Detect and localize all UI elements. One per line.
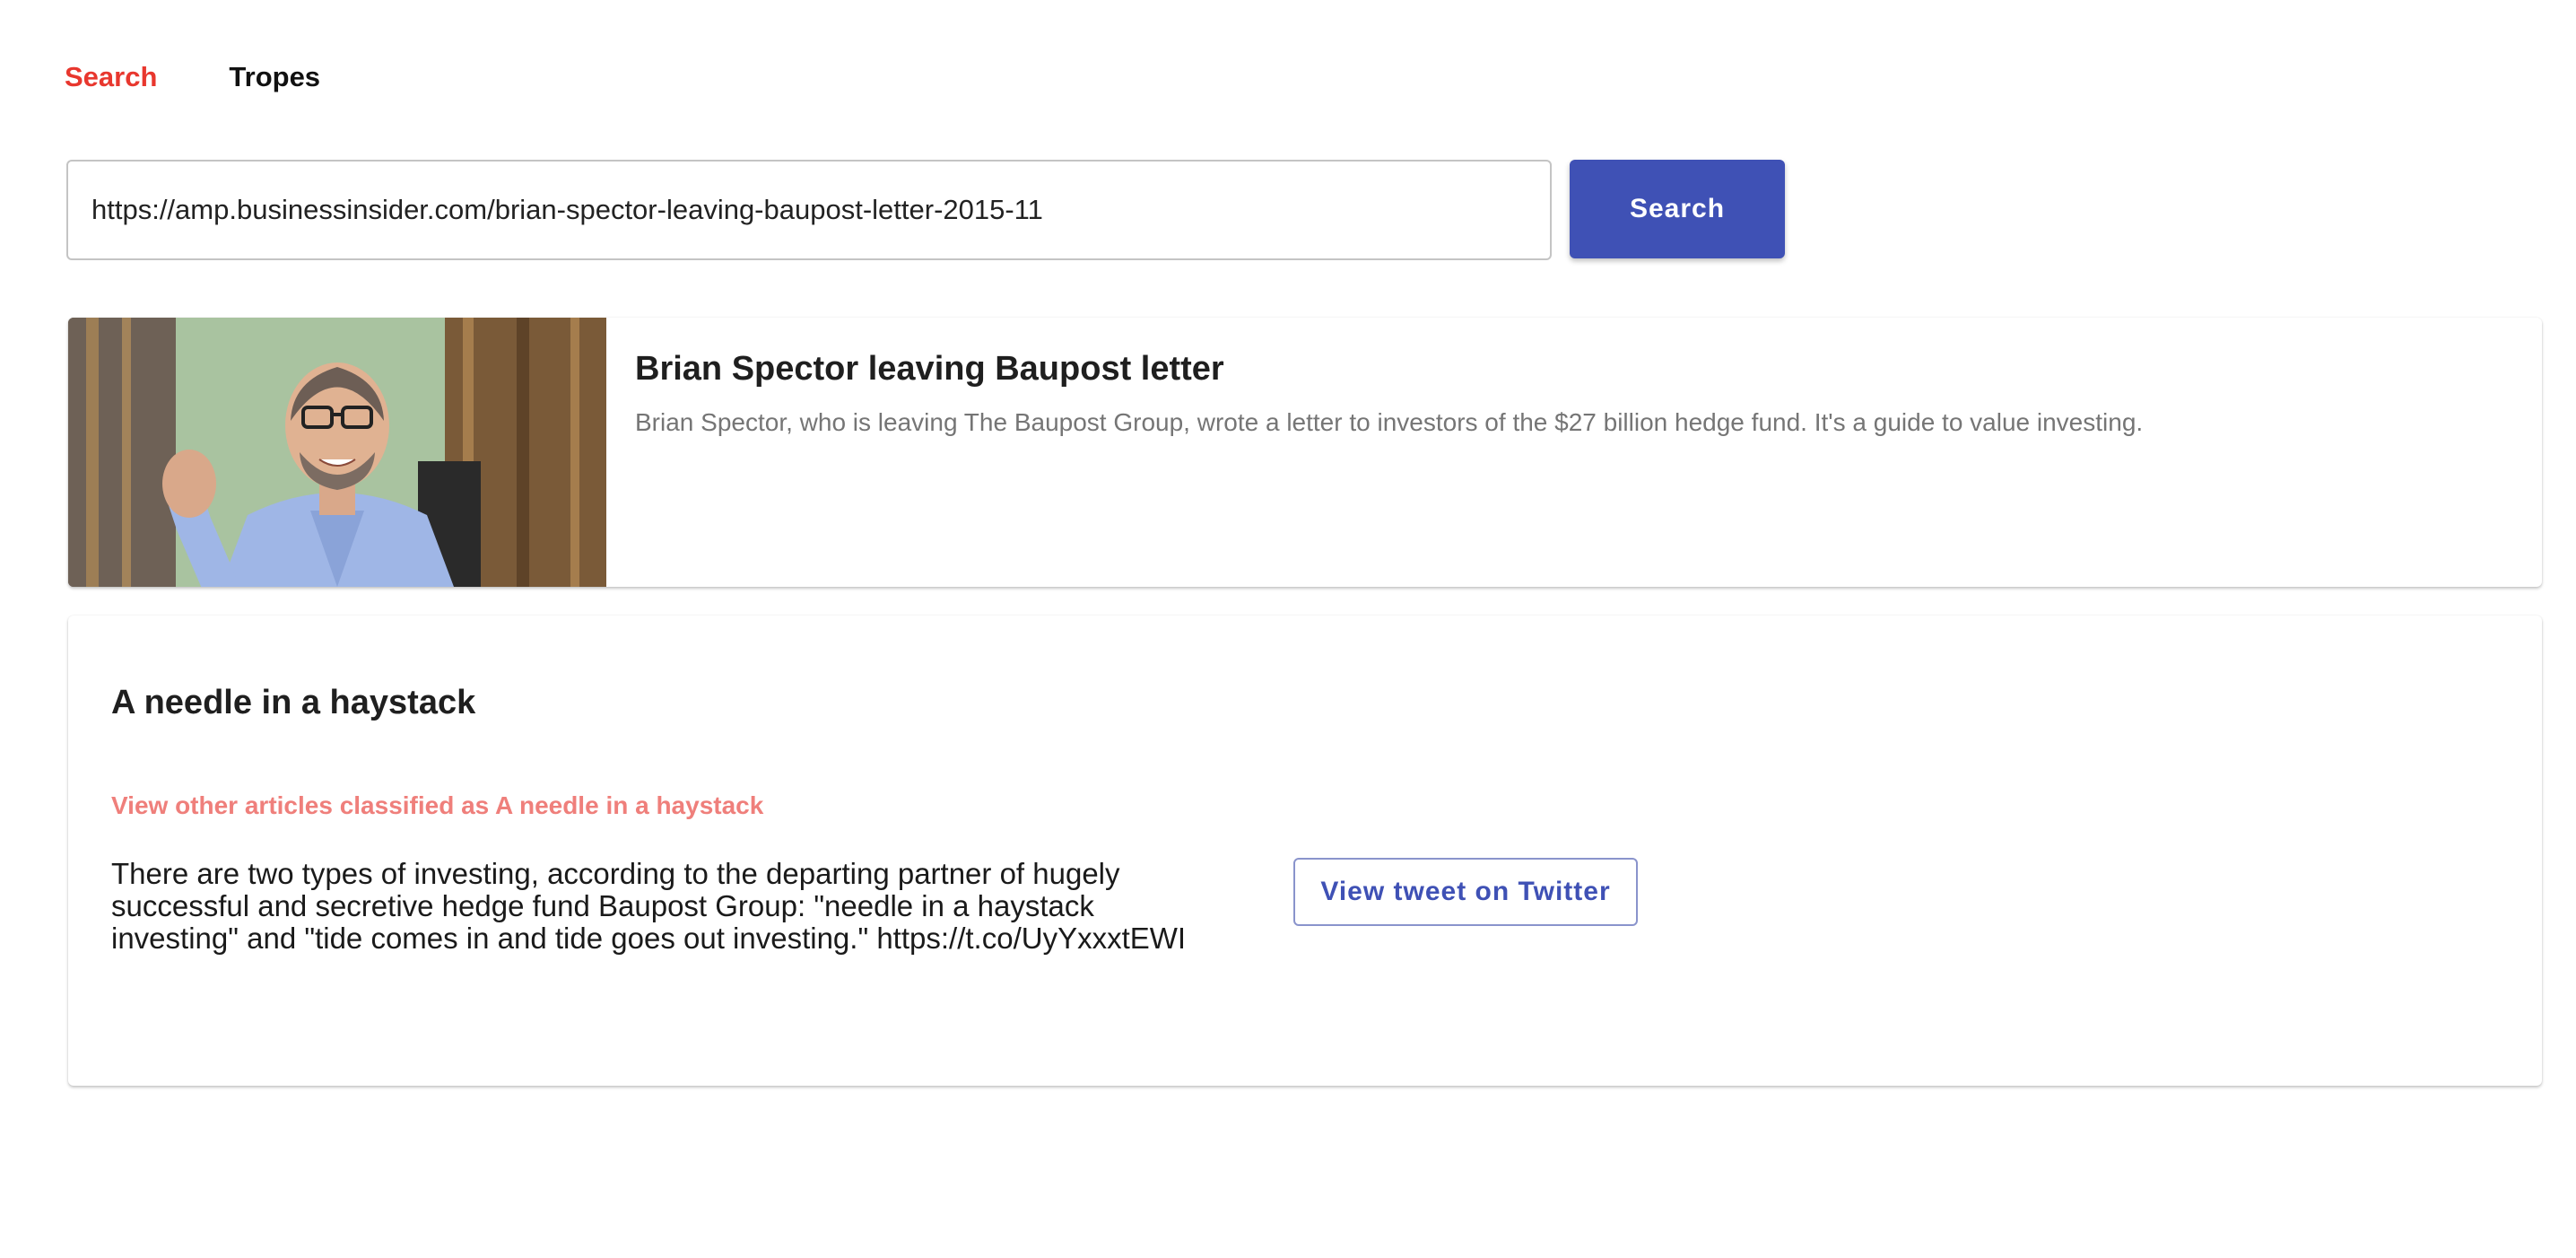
tweet-text: There are two types of investing, accord… <box>111 857 1187 955</box>
nav-tab-search[interactable]: Search <box>65 61 157 93</box>
view-other-articles-link[interactable]: View other articles classified as A need… <box>111 791 763 820</box>
trope-card: A needle in a haystack View other articl… <box>68 616 2542 1086</box>
trope-title: A needle in a haystack <box>111 684 476 721</box>
nav-tab-tropes[interactable]: Tropes <box>229 61 320 93</box>
search-bar: Search <box>66 160 1785 260</box>
url-search-input[interactable] <box>66 160 1552 260</box>
view-tweet-button[interactable]: View tweet on Twitter <box>1293 858 1638 926</box>
top-nav: Search Tropes <box>65 61 320 93</box>
article-title: Brian Spector leaving Baupost letter <box>635 350 1224 388</box>
search-button[interactable]: Search <box>1570 160 1785 258</box>
article-content: Brian Spector leaving Baupost letter Bri… <box>606 318 2171 587</box>
article-card[interactable]: Brian Spector leaving Baupost letter Bri… <box>68 318 2542 587</box>
article-description: Brian Spector, who is leaving The Baupos… <box>635 408 2144 436</box>
person-photo <box>68 318 606 587</box>
article-thumbnail <box>68 318 606 587</box>
